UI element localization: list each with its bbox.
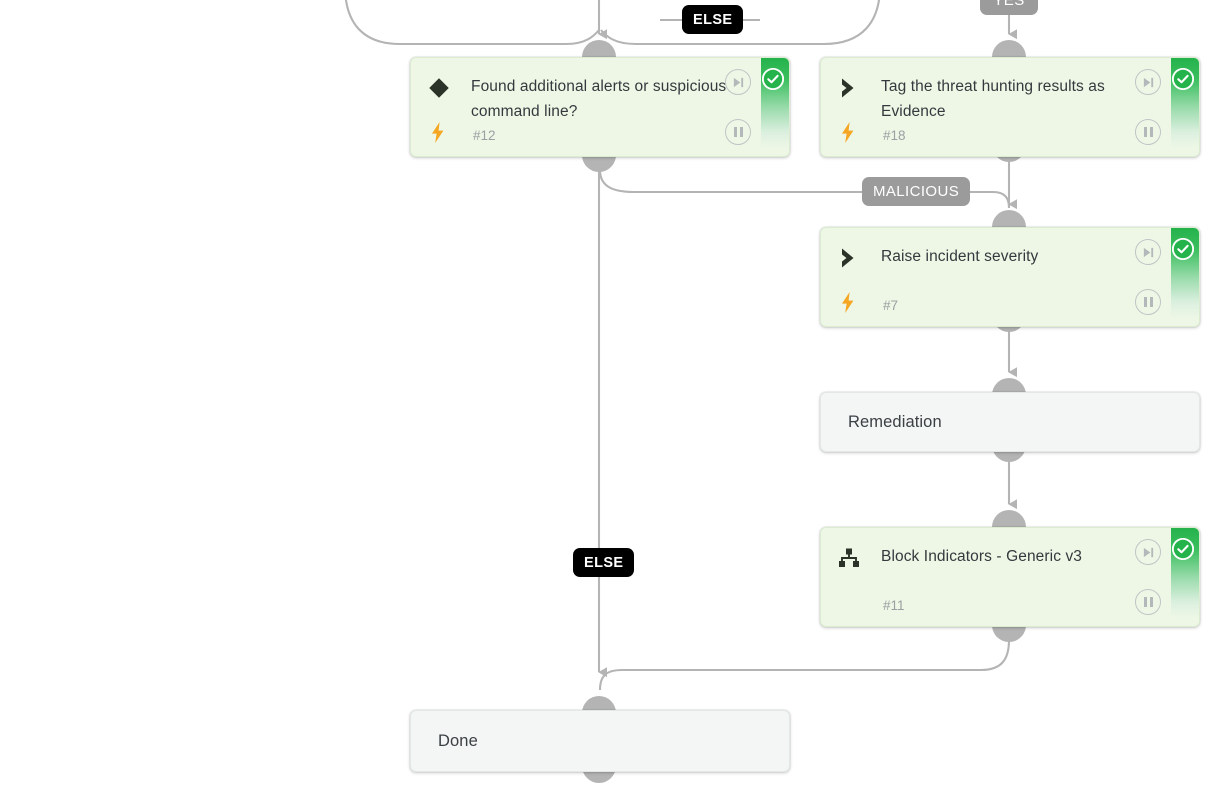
status-badge-complete — [1172, 238, 1194, 260]
node-number: #18 — [883, 128, 906, 143]
port-top-node-12[interactable] — [582, 40, 616, 57]
node-number: #7 — [883, 298, 899, 313]
chevron-right-icon — [835, 244, 863, 272]
lightning-bolt-icon — [838, 290, 858, 314]
status-badge-complete — [1172, 538, 1194, 560]
edge-label-else-bottom[interactable]: ELSE — [573, 548, 635, 577]
playbook-canvas[interactable]: YES ELSE MALICIOUS ELSE Found additional… — [0, 0, 1210, 798]
section-title: Done — [438, 731, 478, 750]
pause-icon[interactable] — [1135, 119, 1161, 145]
edge-malicious-right — [969, 190, 1011, 209]
node-block-indicators-generic-v3[interactable]: Block Indicators - Generic v3 #11 — [820, 527, 1200, 627]
edge-label-else-top[interactable]: ELSE — [682, 5, 744, 34]
pause-icon[interactable] — [1135, 289, 1161, 315]
skip-icon[interactable] — [1135, 239, 1161, 265]
skip-icon[interactable] — [725, 69, 751, 95]
diamond-icon — [425, 74, 453, 102]
node-title: Tag the threat hunting results as Eviden… — [881, 78, 1105, 120]
port-top-node-7[interactable] — [992, 210, 1026, 227]
port-bottom-node-11[interactable] — [992, 625, 1026, 642]
node-title: Raise incident severity — [881, 248, 1039, 265]
node-found-additional-alerts[interactable]: Found additional alerts or suspicious co… — [410, 57, 790, 157]
status-badge-complete — [1172, 68, 1194, 90]
sitemap-icon — [835, 544, 863, 572]
skip-icon[interactable] — [1135, 69, 1161, 95]
node-number: #11 — [883, 598, 905, 613]
node-number: #12 — [473, 128, 496, 143]
node-tag-threat-hunting-results[interactable]: Tag the threat hunting results as Eviden… — [820, 57, 1200, 157]
edge-node-11-to-done — [598, 639, 1011, 691]
node-title: Block Indicators - Generic v3 — [881, 548, 1083, 565]
edge-into-node-12-left — [345, 0, 600, 46]
status-badge-complete — [762, 68, 784, 90]
section-remediation[interactable]: Remediation — [820, 392, 1200, 452]
port-top-node-11[interactable] — [992, 510, 1026, 527]
port-top-node-18[interactable] — [992, 40, 1026, 57]
skip-icon[interactable] — [1135, 539, 1161, 565]
lightning-bolt-icon — [838, 120, 858, 144]
node-raise-incident-severity[interactable]: Raise incident severity #7 — [820, 227, 1200, 327]
edge-label-malicious[interactable]: MALICIOUS — [862, 177, 971, 206]
pause-icon[interactable] — [725, 119, 751, 145]
section-done[interactable]: Done — [410, 710, 790, 772]
section-title: Remediation — [848, 412, 942, 431]
edge-malicious-left — [598, 169, 862, 194]
pause-icon[interactable] — [1135, 589, 1161, 615]
lightning-bolt-icon — [428, 120, 448, 144]
port-bottom-node-12[interactable] — [582, 155, 616, 172]
edge-label-yes[interactable]: YES — [980, 0, 1038, 15]
node-title: Found additional alerts or suspicious co… — [471, 78, 727, 120]
chevron-right-icon — [835, 74, 863, 102]
